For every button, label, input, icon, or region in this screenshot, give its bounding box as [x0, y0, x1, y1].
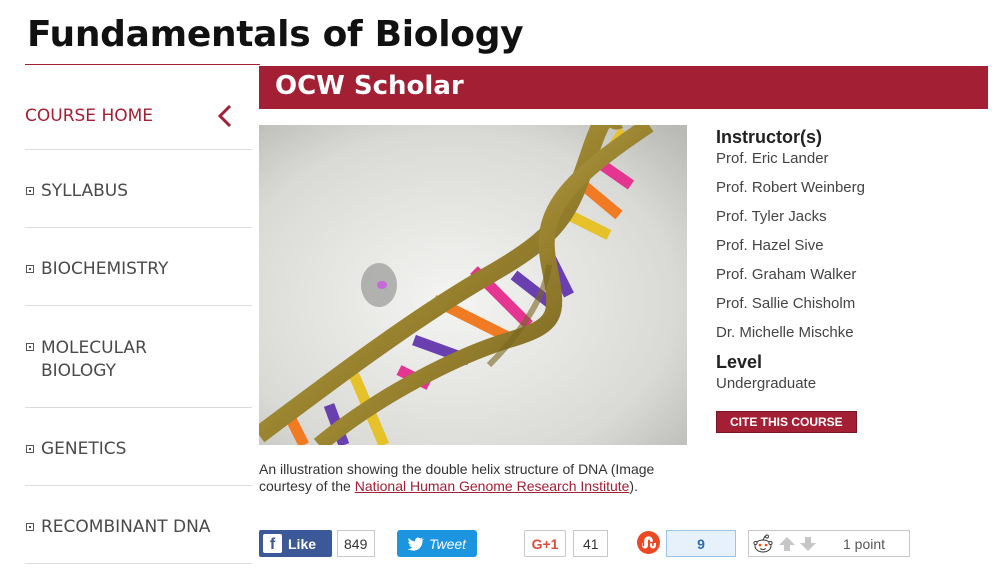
dna-helix-image — [259, 125, 687, 445]
ocw-scholar-banner: OCW Scholar — [259, 66, 988, 109]
instructor-name: Prof. Robert Weinberg — [716, 179, 865, 196]
instructor-name: Prof. Eric Lander — [716, 150, 829, 167]
expand-icon — [26, 265, 34, 273]
nav-course-home[interactable]: COURSE HOME — [25, 78, 252, 150]
page-title: Fundamentals of Biology — [27, 14, 524, 55]
downvote-arrow-icon[interactable] — [799, 536, 817, 552]
reddit-points: 1 point — [843, 535, 886, 552]
instructors-heading: Instructor(s) — [716, 127, 823, 147]
nav-item-label-line2: BIOLOGY — [41, 361, 117, 381]
expand-icon — [26, 343, 34, 351]
banner-label: OCW Scholar — [275, 71, 464, 101]
title-divider — [25, 64, 260, 65]
facebook-icon: f — [263, 534, 282, 553]
image-caption: An illustration showing the double helix… — [259, 461, 699, 495]
stumbleupon-icon[interactable] — [637, 531, 660, 554]
expand-icon — [26, 523, 34, 531]
facebook-like-count: 849 — [337, 530, 375, 557]
twitter-bird-icon — [407, 537, 424, 551]
nav-item-molecular-biology[interactable]: MOLECULAR BIOLOGY — [25, 306, 252, 408]
expand-icon — [26, 187, 34, 195]
nav-item-label: MOLECULAR BIOLOGY — [41, 337, 147, 383]
course-info: Instructor(s) Prof. Eric Lander Prof. Ro… — [716, 126, 976, 433]
reddit-alien-icon — [753, 534, 773, 552]
cite-course-button[interactable]: CITE THIS COURSE — [716, 411, 857, 433]
nav-item-label-line1: MOLECULAR — [41, 338, 147, 358]
nav-course-home-label: COURSE HOME — [25, 106, 154, 126]
nav-item-label: BIOCHEMISTRY — [41, 259, 169, 279]
tweet-button[interactable]: Tweet — [397, 530, 477, 557]
caption-text-end: ). — [629, 478, 638, 494]
nav-item-biochemistry[interactable]: BIOCHEMISTRY — [25, 228, 252, 306]
nav-item-label: RECOMBINANT DNA — [41, 517, 211, 537]
instructor-name: Prof. Graham Walker — [716, 266, 857, 283]
chevron-left-icon[interactable] — [214, 104, 238, 128]
google-plus-button[interactable]: G+1 — [524, 530, 566, 557]
nav-item-label: SYLLABUS — [41, 181, 129, 201]
expand-icon — [26, 445, 34, 453]
level-value: Undergraduate — [716, 375, 817, 392]
level-heading: Level — [716, 352, 763, 372]
instructor-name: Dr. Michelle Mischke — [716, 324, 854, 341]
instructor-name: Prof. Sallie Chisholm — [716, 295, 856, 312]
nav-item-label: GENETICS — [41, 439, 127, 459]
nhgri-link[interactable]: National Human Genome Research Institute — [355, 478, 630, 494]
nav-item-recombinant-dna[interactable]: RECOMBINANT DNA — [25, 486, 252, 564]
upvote-arrow-icon[interactable] — [778, 536, 796, 552]
instructor-name: Prof. Hazel Sive — [716, 237, 824, 254]
reddit-vote-widget: 1 point — [748, 530, 910, 557]
facebook-like-button[interactable]: f Like — [259, 530, 332, 557]
nav-item-genetics[interactable]: GENETICS — [25, 408, 252, 486]
tweet-label: Tweet — [428, 535, 467, 552]
google-plus-count: 41 — [573, 530, 608, 557]
instructor-name: Prof. Tyler Jacks — [716, 208, 827, 225]
nav-item-syllabus[interactable]: SYLLABUS — [25, 150, 252, 228]
course-nav: COURSE HOME SYLLABUS BIOCHEMISTRY MOLECU… — [25, 78, 252, 564]
facebook-like-label: Like — [288, 535, 317, 552]
stumbleupon-count: 9 — [666, 530, 736, 557]
